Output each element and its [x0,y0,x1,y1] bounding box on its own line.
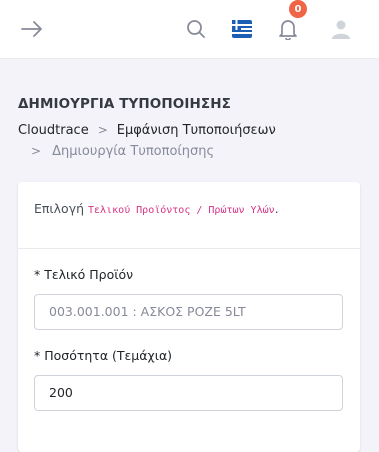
card-header-code: Τελικού Προϊόντος / Πρώτων Υλών [88,205,275,216]
user-avatar-icon[interactable] [324,12,358,46]
top-bar: 0 [0,0,379,59]
bell-icon[interactable]: 0 [271,0,307,46]
quantity-label: * Ποσότητα (Τεμάχια) [34,348,173,363]
quantity-input[interactable]: 200 [34,375,343,411]
greek-flag-icon[interactable] [225,12,259,46]
product-select[interactable]: 003.001.001 : ΑΣΚΟΣ ΡΟΖΕ 5LT [34,294,343,330]
breadcrumb-item-list[interactable]: Εμφάνιση Τυποποιήσεων [117,123,276,138]
arrow-right-icon[interactable] [15,12,49,46]
breadcrumb-separator-icon: > [31,144,42,158]
card-header: Επιλογή Τελικού Προϊόντος / Πρώτων Υλών. [18,182,360,249]
breadcrumb-item-home[interactable]: Cloudtrace [18,123,89,138]
breadcrumb: Cloudtrace > Εμφάνιση Τυποποιήσεων [18,123,276,138]
form-card: Επιλογή Τελικού Προϊόντος / Πρώτων Υλών.… [18,182,360,452]
card-header-prefix: Επιλογή [34,201,88,216]
breadcrumb-separator-icon: > [97,123,108,137]
card-header-suffix: . [274,201,279,216]
breadcrumb-current-row: > Δημιουργία Τυποποίησης [31,144,214,159]
notification-badge: 0 [289,0,307,18]
breadcrumb-item-current: Δημιουργία Τυποποίησης [52,144,215,159]
page-title: ΔΗΜΙΟΥΡΓΙΑ ΤΥΠΟΠΟΙΗΣΗΣ [18,96,231,112]
search-icon[interactable] [179,12,213,46]
product-label: * Τελικό Προϊόν [34,267,134,282]
